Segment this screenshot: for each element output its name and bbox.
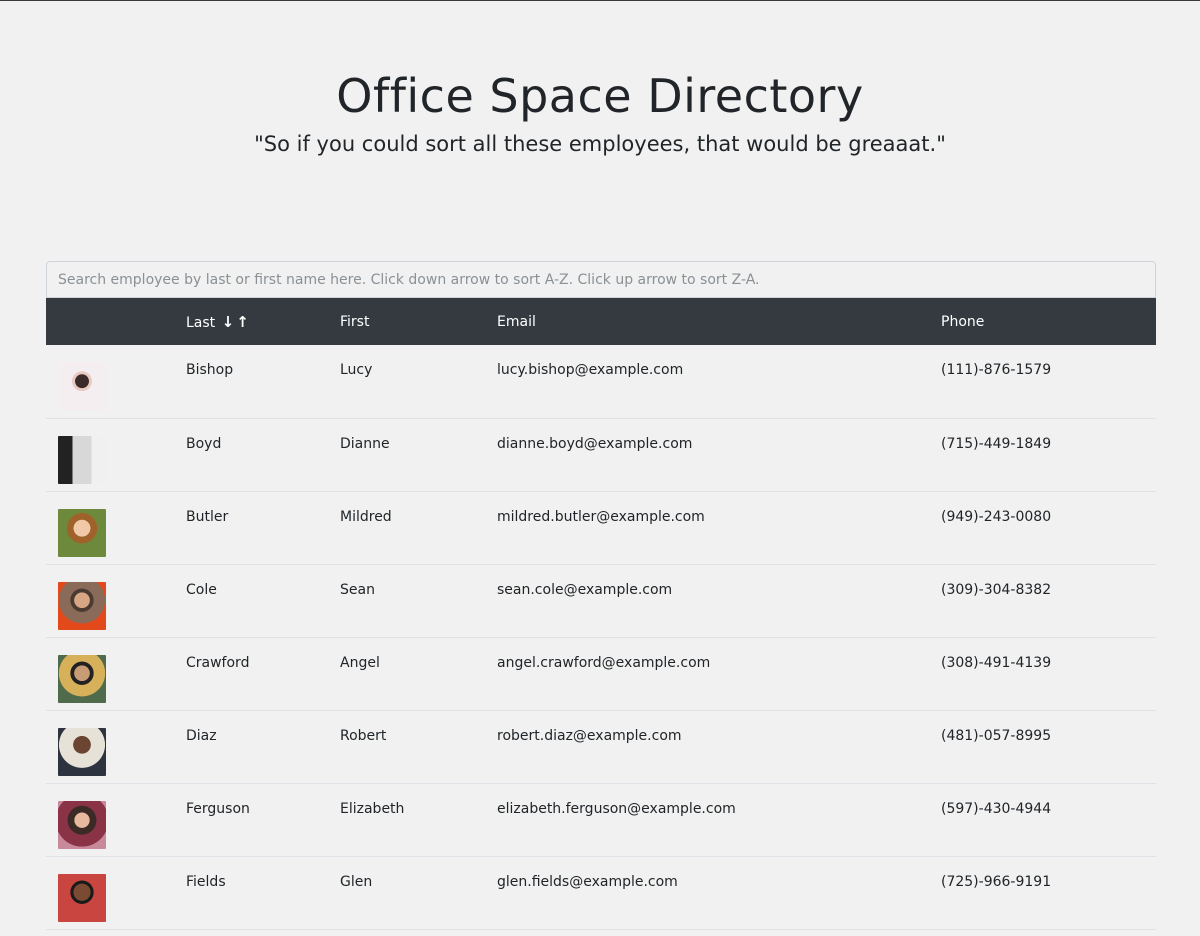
table-row: Cole Sean sean.cole@example.com (309)-304-8… <box>46 564 1156 638</box>
phone-cell: (949)-243-0080 <box>929 491 1156 565</box>
last-name-cell: Bishop <box>174 345 328 419</box>
avatar-cell <box>46 710 174 784</box>
first-name-cell: Dianne <box>328 418 485 492</box>
window-top-border <box>0 0 1200 1</box>
email-cell: sean.cole@example.com <box>485 564 929 638</box>
table-row: Bishop Lucy lucy.bishop@example.com (111)-8… <box>46 345 1156 419</box>
phone-cell: (308)-491-4139 <box>929 637 1156 711</box>
avatar-cell <box>46 491 174 565</box>
last-name-cell: Boyd <box>174 418 328 492</box>
first-name-cell: Mildred <box>328 491 485 565</box>
email-cell: dianne.boyd@example.com <box>485 418 929 492</box>
email-cell: glen.fields@example.com <box>485 856 929 930</box>
page-subtitle: "So if you could sort all these employee… <box>254 132 946 156</box>
phone-cell: (111)-876-1579 <box>929 345 1156 419</box>
column-header-phone: Phone <box>941 313 985 330</box>
avatar-cell <box>46 564 174 638</box>
avatar <box>58 800 106 849</box>
avatar <box>58 873 106 922</box>
avatar <box>58 362 106 410</box>
table-body: Bishop Lucy lucy.bishop@example.com (111)-8… <box>46 345 1156 930</box>
email-cell: lucy.bishop@example.com <box>485 345 929 419</box>
phone-cell: (481)-057-8995 <box>929 710 1156 784</box>
column-header-last-label: Last <box>186 314 216 331</box>
last-name-cell: Fields <box>174 856 328 930</box>
first-name-cell: Lucy <box>328 345 485 419</box>
column-header-first: First <box>340 313 370 330</box>
last-name-cell: Diaz <box>174 710 328 784</box>
table-header: Last ↓ ↑ First Email Phone <box>46 298 1156 345</box>
avatar-cell <box>46 856 174 930</box>
avatar-cell <box>46 345 174 419</box>
phone-cell: (309)-304-8382 <box>929 564 1156 638</box>
last-name-cell: Cole <box>174 564 328 638</box>
sort-descending-arrow-icon[interactable]: ↑ <box>236 313 249 331</box>
first-name-cell: Angel <box>328 637 485 711</box>
avatar-cell <box>46 418 174 492</box>
avatar-cell <box>46 637 174 711</box>
column-header-email: Email <box>497 313 536 330</box>
page-title: Office Space Directory <box>336 69 864 123</box>
table-header-row: Last ↓ ↑ First Email Phone <box>46 298 1156 345</box>
phone-cell: (725)-966-9191 <box>929 856 1156 930</box>
avatar <box>58 581 106 630</box>
email-cell: angel.crawford@example.com <box>485 637 929 711</box>
table-row: Ferguson Elizabeth elizabeth.ferguson@exam… <box>46 783 1156 857</box>
table-row: Fields Glen glen.fields@example.com (725)-9… <box>46 856 1156 930</box>
table-row: Butler Mildred mildred.butler@example.com(… <box>46 491 1156 565</box>
email-cell: mildred.butler@example.com <box>485 491 929 565</box>
sort-ascending-arrow-icon[interactable]: ↓ <box>222 313 235 331</box>
first-name-cell: Robert <box>328 710 485 784</box>
table-row: Crawford Angel angel.crawford@example.com(… <box>46 637 1156 711</box>
avatar <box>58 727 106 776</box>
column-header-image <box>46 298 174 345</box>
search-input[interactable] <box>46 261 1156 298</box>
avatar <box>58 508 106 557</box>
avatar <box>58 435 106 484</box>
email-cell: elizabeth.ferguson@example.com <box>485 783 929 857</box>
table-row: Boyd Dianne dianne.boyd@example.com (715)-4… <box>46 418 1156 492</box>
employee-table: Last ↓ ↑ First Email Phone Bishop Lucy lucy… <box>46 298 1156 930</box>
avatar-cell <box>46 783 174 857</box>
avatar <box>58 654 106 703</box>
last-name-cell: Crawford <box>174 637 328 711</box>
column-header-last: Last ↓ ↑ <box>174 298 328 345</box>
last-name-cell: Butler <box>174 491 328 565</box>
email-cell: robert.diaz@example.com <box>485 710 929 784</box>
first-name-cell: Sean <box>328 564 485 638</box>
phone-cell: (715)-449-1849 <box>929 418 1156 492</box>
first-name-cell: Elizabeth <box>328 783 485 857</box>
first-name-cell: Glen <box>328 856 485 930</box>
last-name-cell: Ferguson <box>174 783 328 857</box>
table-row: Diaz Robert robert.diaz@example.com (481)-0… <box>46 710 1156 784</box>
phone-cell: (597)-430-4944 <box>929 783 1156 857</box>
